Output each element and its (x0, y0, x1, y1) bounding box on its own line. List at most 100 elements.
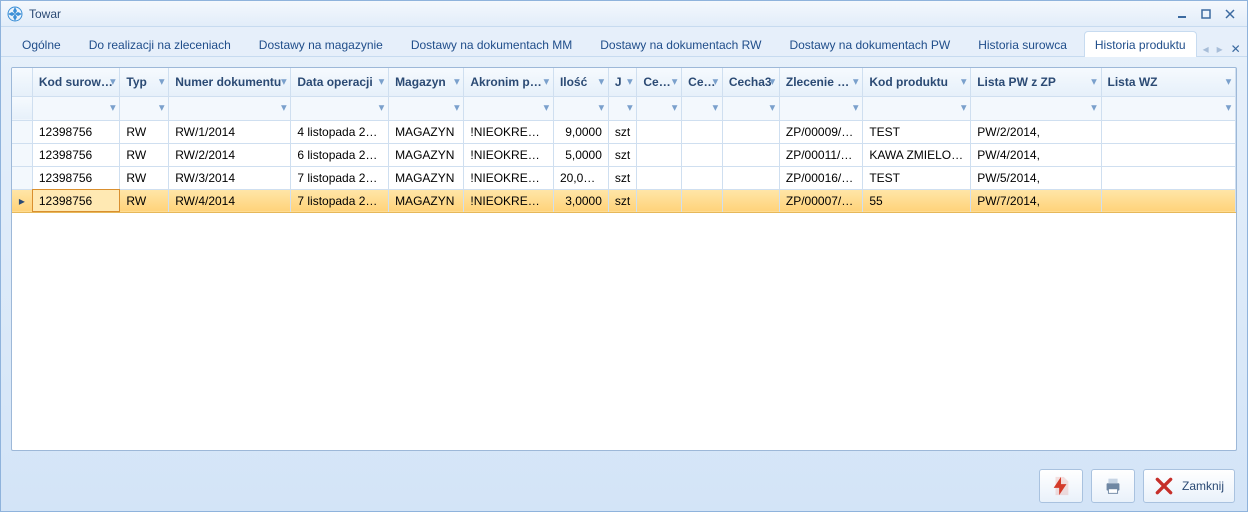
cell[interactable] (1101, 189, 1236, 212)
funnel-icon[interactable]: ▾ (544, 103, 549, 114)
filter-icon[interactable]: ▾ (281, 76, 286, 87)
cell[interactable]: MAGAZYN (389, 143, 464, 166)
col-kod-surowca[interactable]: Kod surowca▾ (32, 68, 120, 96)
cell[interactable]: !NIEOKREŚL… (464, 143, 554, 166)
filter-icon[interactable]: ▾ (853, 76, 858, 87)
minimize-button[interactable] (1171, 5, 1193, 23)
filter-typ[interactable]: ▾ (120, 96, 169, 120)
cell[interactable]: 5,0000 (553, 143, 608, 166)
cell[interactable] (637, 143, 682, 166)
col-ilosc[interactable]: Ilość▾ (553, 68, 608, 96)
funnel-icon[interactable]: ▾ (961, 103, 966, 114)
filter-akronim[interactable]: ▾ (464, 96, 554, 120)
cell[interactable]: PW/4/2014, (971, 143, 1101, 166)
filter-icon[interactable]: ▾ (713, 76, 718, 87)
tab-scroll-left-icon[interactable]: ◂ (1203, 42, 1209, 56)
table-row[interactable]: 12398756RWRW/2/20146 listopada 2014MAGAZ… (12, 143, 1236, 166)
cell[interactable]: !NIEOKREŚL… (464, 189, 554, 212)
tab-dostawy-rw[interactable]: Dostawy na dokumentach RW (589, 31, 772, 57)
cell[interactable]: 12398756 (32, 189, 120, 212)
cell[interactable]: 7 listopada 2014 (291, 189, 389, 212)
col-cecha2[interactable]: Cec…▾ (682, 68, 723, 96)
row-indicator[interactable]: ▸ (12, 189, 32, 212)
cell[interactable]: RW (120, 166, 169, 189)
cell[interactable] (682, 166, 723, 189)
cell[interactable]: MAGAZYN (389, 189, 464, 212)
col-jm[interactable]: J▾ (608, 68, 637, 96)
filter-numer[interactable]: ▾ (169, 96, 291, 120)
cell[interactable]: RW/2/2014 (169, 143, 291, 166)
filter-magazyn[interactable]: ▾ (389, 96, 464, 120)
cell[interactable] (682, 120, 723, 143)
filter-listapw[interactable]: ▾ (971, 96, 1101, 120)
cell[interactable]: szt (608, 120, 637, 143)
cell[interactable]: 55 (863, 189, 971, 212)
col-magazyn[interactable]: Magazyn▾ (389, 68, 464, 96)
cell[interactable] (637, 189, 682, 212)
cell[interactable]: 9,0000 (553, 120, 608, 143)
cell[interactable]: 20,0000 (553, 166, 608, 189)
cell[interactable]: ZP/00007/20… (779, 189, 862, 212)
cell[interactable]: szt (608, 166, 637, 189)
table-row[interactable]: 12398756RWRW/1/20144 listopada 2014MAGAZ… (12, 120, 1236, 143)
filter-data[interactable]: ▾ (291, 96, 389, 120)
funnel-icon[interactable]: ▾ (599, 103, 604, 114)
funnel-icon[interactable]: ▾ (672, 103, 677, 114)
cell[interactable]: szt (608, 189, 637, 212)
cell[interactable]: !NIEOKREŚL… (464, 120, 554, 143)
cell[interactable]: PW/2/2014, (971, 120, 1101, 143)
filter-ilosc[interactable]: ▾ (553, 96, 608, 120)
cell[interactable]: 12398756 (32, 143, 120, 166)
cell[interactable]: RW/4/2014 (169, 189, 291, 212)
filter-c2[interactable]: ▾ (682, 96, 723, 120)
funnel-icon[interactable]: ▾ (110, 103, 115, 114)
print-button[interactable] (1091, 469, 1135, 503)
cell[interactable]: 12398756 (32, 120, 120, 143)
filter-zlecenie[interactable]: ▾ (779, 96, 862, 120)
filter-icon[interactable]: ▾ (961, 76, 966, 87)
cell[interactable]: RW (120, 189, 169, 212)
funnel-icon[interactable]: ▾ (1091, 103, 1096, 114)
cell[interactable]: RW (120, 120, 169, 143)
col-akronim[interactable]: Akronim p…▾ (464, 68, 554, 96)
close-button[interactable]: Zamknij (1143, 469, 1235, 503)
filter-jm[interactable]: ▾ (608, 96, 637, 120)
export-pdf-button[interactable] (1039, 469, 1083, 503)
funnel-icon[interactable]: ▾ (281, 103, 286, 114)
cell[interactable]: PW/5/2014, (971, 166, 1101, 189)
col-lista-pw[interactable]: Lista PW z ZP▾ (971, 68, 1101, 96)
tab-do-realizacji[interactable]: Do realizacji na zleceniach (78, 31, 242, 57)
cell[interactable] (722, 189, 779, 212)
filter-kod-surowca[interactable]: ▾ (32, 96, 120, 120)
tab-dostawy-magazyn[interactable]: Dostawy na magazynie (248, 31, 394, 57)
col-cecha3[interactable]: Cecha3▾ (722, 68, 779, 96)
filter-icon[interactable]: ▾ (672, 76, 677, 87)
tab-scroll-right-icon[interactable]: ▸ (1217, 42, 1223, 56)
filter-listawz[interactable]: ▾ (1101, 96, 1236, 120)
cell[interactable]: TEST (863, 166, 971, 189)
cell[interactable] (1101, 166, 1236, 189)
col-data-operacji[interactable]: Data operacji▾ (291, 68, 389, 96)
row-selector-header[interactable] (12, 68, 32, 96)
cell[interactable]: ZP/00011/20… (779, 143, 862, 166)
cell[interactable]: 6 listopada 2014 (291, 143, 389, 166)
funnel-icon[interactable]: ▾ (770, 103, 775, 114)
cell[interactable] (1101, 120, 1236, 143)
tab-dostawy-mm[interactable]: Dostawy na dokumentach MM (400, 31, 583, 57)
funnel-icon[interactable]: ▾ (379, 103, 384, 114)
filter-icon[interactable]: ▾ (454, 76, 459, 87)
cell[interactable] (722, 143, 779, 166)
table-row[interactable]: ▸12398756RWRW/4/20147 listopada 2014MAGA… (12, 189, 1236, 212)
funnel-icon[interactable]: ▾ (627, 103, 632, 114)
cell[interactable] (722, 120, 779, 143)
filter-icon[interactable]: ▾ (599, 76, 604, 87)
cell[interactable]: RW/1/2014 (169, 120, 291, 143)
cell[interactable]: RW/3/2014 (169, 166, 291, 189)
tab-historia-surowca[interactable]: Historia surowca (967, 31, 1078, 57)
funnel-icon[interactable]: ▾ (713, 103, 718, 114)
cell[interactable]: MAGAZYN (389, 166, 464, 189)
filter-icon[interactable]: ▾ (1091, 76, 1096, 87)
cell[interactable] (722, 166, 779, 189)
tab-historia-produktu[interactable]: Historia produktu (1084, 31, 1197, 57)
col-cecha1[interactable]: Cech…▾ (637, 68, 682, 96)
